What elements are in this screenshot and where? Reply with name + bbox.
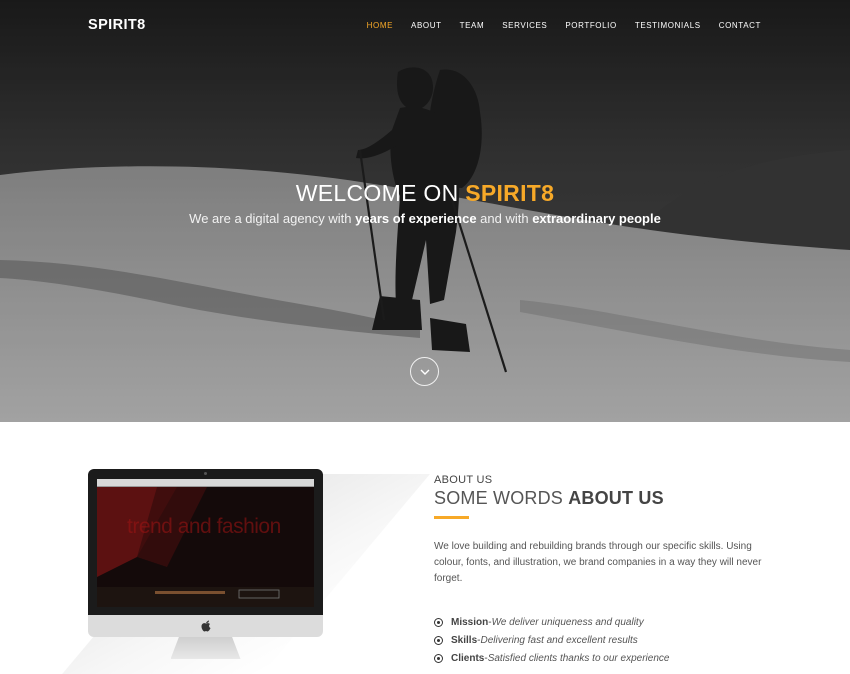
target-circle-icon [434, 635, 443, 645]
hero-section: SPIRIT8 HOME ABOUT TEAM SERVICES PORTFOL… [0, 0, 850, 422]
feature-name: Mission [451, 616, 489, 628]
feature-description: Delivering fast and excellent results [480, 634, 638, 646]
about-section: trend and fashion ABOUT US SOME WORDS AB… [0, 422, 850, 674]
feature-item-skills: Skills - Delivering fast and excellent r… [434, 631, 774, 649]
nav-item-contact[interactable]: CONTACT [719, 21, 761, 30]
nav-item-portfolio[interactable]: PORTFOLIO [565, 21, 616, 30]
hero-title-brand: SPIRIT8 [465, 180, 555, 206]
about-content: ABOUT US SOME WORDS ABOUT US We love bui… [434, 474, 774, 667]
hero-subtitle-part-2: and with [476, 211, 533, 226]
chevron-down-icon [420, 369, 429, 375]
feature-item-clients: Clients - Satisfied clients thanks to ou… [434, 649, 774, 667]
hero-subtitle-part-1: We are a digital agency with [189, 211, 356, 226]
hero-subtitle-highlight-2: extraordinary people [532, 211, 661, 226]
nav-item-about[interactable]: ABOUT [411, 21, 442, 30]
camera-dot [204, 472, 207, 475]
hero-subtitle-highlight-1: years of experience [355, 211, 477, 226]
nav-item-home[interactable]: HOME [367, 21, 393, 30]
main-menu: HOME ABOUT TEAM SERVICES PORTFOLIO TESTI… [367, 21, 761, 30]
browser-bar [97, 479, 314, 487]
hero-title: WELCOME ON SPIRIT8 [0, 180, 850, 207]
top-navigation: SPIRIT8 HOME ABOUT TEAM SERVICES PORTFOL… [0, 0, 850, 56]
about-paragraph: We love building and rebuilding brands t… [434, 541, 762, 584]
hero-title-prefix: WELCOME ON [295, 180, 466, 206]
nav-item-services[interactable]: SERVICES [502, 21, 547, 30]
screen-website-image [97, 487, 314, 607]
imac-chin [88, 615, 323, 637]
imac-bezel: trend and fashion [88, 469, 323, 615]
hero-subtitle: We are a digital agency with years of ex… [0, 211, 850, 226]
imac-screen: trend and fashion [97, 479, 314, 607]
feature-item-mission: Mission - We deliver uniqueness and qual… [434, 613, 774, 631]
section-title-prefix: SOME WORDS [434, 488, 569, 508]
feature-list: Mission - We deliver uniqueness and qual… [434, 613, 774, 667]
target-circle-icon [434, 617, 443, 627]
nav-item-testimonials[interactable]: TESTIMONIALS [635, 21, 701, 30]
apple-logo-icon [201, 620, 210, 632]
screen-headline: trend and fashion [127, 515, 281, 538]
imac-mockup: trend and fashion [88, 469, 323, 659]
nav-item-team[interactable]: TEAM [460, 21, 485, 30]
title-underline [434, 516, 469, 519]
feature-name: Clients [451, 652, 485, 664]
scroll-down-button[interactable] [410, 357, 439, 386]
imac-stand [170, 637, 241, 659]
feature-description: Satisfied clients thanks to our experien… [487, 652, 670, 664]
section-title-bold: ABOUT US [568, 488, 664, 508]
target-circle-icon [434, 653, 443, 663]
section-title: SOME WORDS ABOUT US [434, 488, 774, 509]
section-eyebrow: ABOUT US [434, 474, 493, 486]
feature-description: We deliver uniqueness and quality [491, 616, 644, 628]
feature-name: Skills [451, 634, 478, 646]
site-logo[interactable]: SPIRIT8 [88, 17, 146, 33]
